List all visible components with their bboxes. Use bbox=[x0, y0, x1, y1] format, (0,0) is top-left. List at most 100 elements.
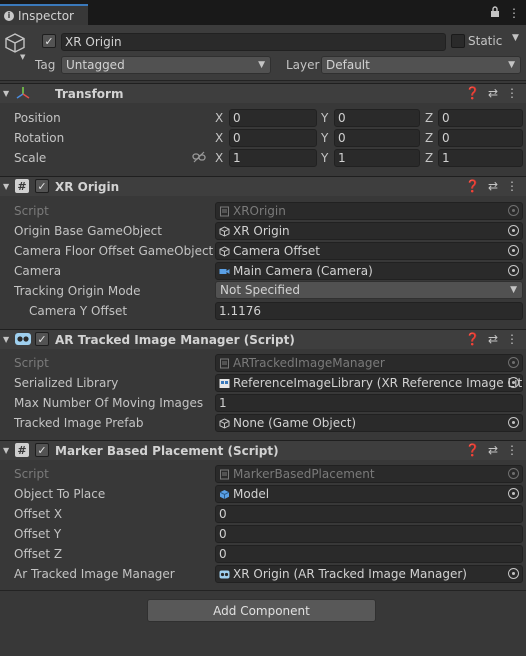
marker-placement-foldout-icon[interactable]: ▼ bbox=[3, 446, 9, 455]
xr-origin-script-label: Script bbox=[14, 204, 49, 218]
object-picker-icon[interactable] bbox=[508, 417, 519, 428]
presets-icon[interactable]: ⇄ bbox=[488, 332, 498, 346]
scale-x-field[interactable]: 1 bbox=[229, 149, 317, 167]
ar-tracked-image-manager-value: XR Origin (AR Tracked Image Manager) bbox=[233, 567, 467, 581]
help-icon[interactable]: ❓ bbox=[465, 179, 480, 193]
chevron-down-icon: ▼ bbox=[508, 60, 515, 70]
gameobject-active-checkbox[interactable]: ✓ bbox=[42, 34, 56, 48]
marker-placement-enabled-checkbox[interactable]: ✓ bbox=[35, 443, 49, 457]
static-checkbox[interactable] bbox=[451, 34, 465, 48]
layer-value: Default bbox=[326, 58, 370, 72]
icon-dropdown-arrow[interactable]: ▼ bbox=[20, 53, 25, 61]
object-to-place-label: Object To Place bbox=[14, 487, 106, 501]
rotation-y-field[interactable]: 0 bbox=[334, 129, 420, 147]
axis-y-label: Y bbox=[321, 111, 329, 125]
axis-y-label: Y bbox=[321, 151, 329, 165]
chevron-down-icon: ▼ bbox=[510, 285, 517, 295]
gameobject-name-field[interactable]: XR Origin bbox=[61, 33, 446, 51]
xr-origin-enabled-checkbox[interactable]: ✓ bbox=[35, 179, 49, 193]
ar-manager-header-actions: ❓ ⇄ ⋮ bbox=[465, 332, 518, 346]
prefab-icon bbox=[219, 489, 230, 500]
offset-z-field[interactable]: 0 bbox=[215, 545, 523, 563]
constrain-proportions-icon[interactable] bbox=[192, 151, 206, 166]
offset-z-label: Offset Z bbox=[14, 547, 63, 561]
marker-script-value: MarkerBasedPlacement bbox=[233, 467, 375, 481]
gameobject-icon bbox=[219, 225, 230, 237]
max-moving-images-field[interactable]: 1 bbox=[215, 394, 523, 412]
script-hash-icon: # bbox=[15, 179, 29, 193]
camera-y-offset-label: Camera Y Offset bbox=[29, 304, 128, 318]
tag-value: Untagged bbox=[66, 58, 125, 72]
static-label: Static bbox=[468, 34, 503, 48]
marker-placement-header-actions: ❓ ⇄ ⋮ bbox=[465, 443, 518, 457]
camera-label: Camera bbox=[14, 264, 62, 278]
script-file-icon bbox=[219, 469, 230, 480]
tracked-image-prefab-label: Tracked Image Prefab bbox=[14, 416, 144, 430]
context-menu-icon[interactable]: ⋮ bbox=[506, 86, 518, 100]
object-to-place-value: Model bbox=[233, 487, 270, 501]
transform-header-actions: ❓ ⇄ ⋮ bbox=[465, 86, 518, 100]
context-menu-icon[interactable]: ⋮ bbox=[506, 332, 518, 346]
xr-origin-foldout-icon[interactable]: ▼ bbox=[3, 182, 9, 191]
lock-icon[interactable] bbox=[490, 6, 500, 21]
position-z-field[interactable]: 0 bbox=[438, 109, 523, 127]
position-x-field[interactable]: 0 bbox=[229, 109, 317, 127]
offset-x-field[interactable]: 0 bbox=[215, 505, 523, 523]
tracking-origin-mode-dropdown[interactable]: Not Specified ▼ bbox=[215, 281, 523, 299]
rotation-x-field[interactable]: 0 bbox=[229, 129, 317, 147]
marker-placement-title: Marker Based Placement (Script) bbox=[55, 444, 279, 458]
help-icon[interactable]: ❓ bbox=[465, 332, 480, 346]
object-to-place-field[interactable]: Model bbox=[215, 485, 523, 503]
add-component-button[interactable]: Add Component bbox=[147, 599, 376, 622]
object-picker-icon[interactable] bbox=[508, 245, 519, 256]
gameobject-cube-icon[interactable] bbox=[4, 32, 26, 54]
object-picker-icon[interactable] bbox=[508, 377, 519, 388]
scale-y-field[interactable]: 1 bbox=[334, 149, 420, 167]
chevron-down-icon: ▼ bbox=[258, 60, 265, 70]
position-y-field[interactable]: 0 bbox=[334, 109, 420, 127]
gameobject-icon bbox=[219, 245, 230, 257]
offset-y-field[interactable]: 0 bbox=[215, 525, 523, 543]
camera-field[interactable]: Main Camera (Camera) bbox=[215, 262, 523, 280]
tracked-image-prefab-field[interactable]: None (Game Object) bbox=[215, 414, 523, 432]
inspector-tab-label: Inspector bbox=[18, 8, 74, 23]
script-file-icon bbox=[219, 206, 230, 217]
presets-icon[interactable]: ⇄ bbox=[488, 443, 498, 457]
camera-floor-offset-field[interactable]: Camera Offset bbox=[215, 242, 523, 260]
tag-dropdown[interactable]: Untagged ▼ bbox=[61, 56, 271, 74]
ar-manager-script-field: ARTrackedImageManager bbox=[215, 354, 523, 372]
transform-foldout-icon[interactable]: ▼ bbox=[3, 89, 9, 98]
ar-manager-script-label: Script bbox=[14, 356, 49, 370]
script-file-icon bbox=[219, 358, 230, 369]
origin-base-field[interactable]: XR Origin bbox=[215, 222, 523, 240]
help-icon[interactable]: ❓ bbox=[465, 86, 480, 100]
presets-icon[interactable]: ⇄ bbox=[488, 86, 498, 100]
static-dropdown-arrow[interactable]: ▼ bbox=[512, 33, 519, 43]
object-picker-icon[interactable] bbox=[508, 265, 519, 276]
tracking-origin-mode-label: Tracking Origin Mode bbox=[14, 284, 141, 298]
object-picker-icon bbox=[508, 357, 519, 368]
axis-y-label: Y bbox=[321, 131, 329, 145]
layer-dropdown[interactable]: Default ▼ bbox=[321, 56, 521, 74]
axis-x-label: X bbox=[215, 151, 224, 165]
menu-icon[interactable]: ⋮ bbox=[508, 6, 520, 21]
serialized-library-field[interactable]: ReferenceImageLibrary (XR Reference Imag… bbox=[215, 374, 523, 392]
camera-y-offset-field[interactable]: 1.1176 bbox=[215, 302, 523, 320]
axis-z-label: Z bbox=[425, 151, 434, 165]
object-picker-icon[interactable] bbox=[508, 225, 519, 236]
ar-tracked-image-manager-field[interactable]: XR Origin (AR Tracked Image Manager) bbox=[215, 565, 523, 583]
context-menu-icon[interactable]: ⋮ bbox=[506, 179, 518, 193]
info-icon: i bbox=[4, 10, 14, 21]
presets-icon[interactable]: ⇄ bbox=[488, 179, 498, 193]
object-picker-icon[interactable] bbox=[508, 568, 519, 579]
rotation-z-field[interactable]: 0 bbox=[438, 129, 523, 147]
tag-label: Tag bbox=[35, 58, 56, 72]
help-icon[interactable]: ❓ bbox=[465, 443, 480, 457]
object-picker-icon[interactable] bbox=[508, 488, 519, 499]
scale-z-field[interactable]: 1 bbox=[438, 149, 523, 167]
context-menu-icon[interactable]: ⋮ bbox=[506, 443, 518, 457]
ar-manager-enabled-checkbox[interactable]: ✓ bbox=[35, 332, 49, 346]
xr-origin-script-field: XROrigin bbox=[215, 202, 523, 220]
ar-manager-foldout-icon[interactable]: ▼ bbox=[3, 335, 9, 344]
inspector-tab[interactable]: i Inspector bbox=[0, 4, 88, 25]
